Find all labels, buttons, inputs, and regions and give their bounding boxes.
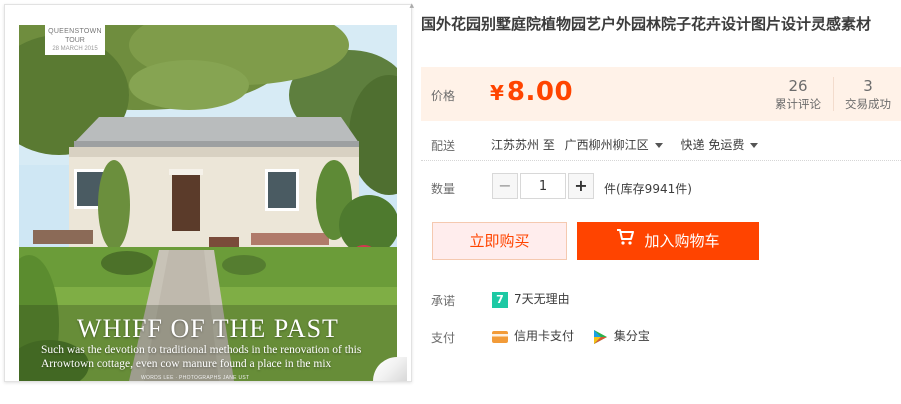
divider: [421, 160, 901, 161]
badge-line-3: 28 MARCH 2015: [52, 46, 98, 52]
shipping-method-select[interactable]: 快递 免运费: [681, 136, 759, 153]
magazine-badge: QUEENSTOWN TOUR 28 MARCH 2015: [45, 25, 105, 55]
promise-row[interactable]: 7 7天无理由: [492, 290, 570, 308]
quantity-input[interactable]: [520, 173, 566, 199]
cart-icon: [616, 221, 635, 259]
badge-line-2: TOUR: [65, 37, 85, 44]
sales-stat: 3 交易成功: [833, 76, 901, 112]
buy-now-button[interactable]: 立即购买: [432, 222, 567, 260]
product-image-frame[interactable]: ▴ QUEENSTOWN TOUR 28 MARCH 2015 WHIFF OF…: [4, 1, 414, 382]
quantity-label: 数量: [431, 182, 456, 196]
promise-label: 承诺: [431, 294, 456, 308]
jifenbao-icon: [593, 329, 607, 344]
quantity-increase-button[interactable]: +: [568, 173, 594, 199]
add-to-cart-button[interactable]: 加入购物车: [577, 222, 759, 260]
payment-method-label: 集分宝: [613, 329, 650, 343]
review-label: 累计评论: [775, 97, 821, 111]
shipping-destination: 广西柳州柳江区: [564, 138, 649, 152]
quantity-decrease-button[interactable]: −: [492, 173, 518, 199]
review-stat[interactable]: 26 累计评论: [763, 76, 833, 112]
image-headline: WHIFF OF THE PAST: [77, 314, 339, 343]
shipping-from: 江苏苏州 至: [491, 138, 555, 152]
shipping-label: 配送: [431, 139, 456, 153]
caret-down-icon: [750, 143, 759, 148]
credit-card-icon: [492, 330, 508, 343]
sales-count: 3: [863, 77, 873, 95]
promise-text: 7天无理由: [514, 292, 570, 306]
sales-label: 交易成功: [845, 97, 891, 111]
seven-day-return-icon: 7: [492, 291, 508, 308]
shipping-row: 江苏苏州 至 广西柳州柳江区 快递 免运费: [491, 136, 759, 153]
corner-mark: ▴: [409, 1, 414, 11]
shipping-method: 快递 免运费: [680, 138, 745, 152]
price-value: ¥8.00: [490, 77, 573, 107]
caret-down-icon: [654, 143, 663, 148]
price-amount: 8.00: [506, 77, 574, 107]
stock-text: 件(库存9941件): [604, 182, 692, 196]
payment-method-jifenbao[interactable]: 集分宝: [592, 327, 650, 345]
price-label: 价格: [431, 89, 456, 103]
product-title: 国外花园别墅庭院植物园艺户外园林院子花卉设计图片设计灵感素材: [421, 15, 872, 33]
badge-line-1: QUEENSTOWN: [48, 28, 102, 35]
add-to-cart-label: 加入购物车: [644, 232, 720, 250]
product-photo[interactable]: QUEENSTOWN TOUR 28 MARCH 2015 WHIFF OF T…: [19, 25, 397, 381]
payment-method-credit-card[interactable]: 信用卡支付: [492, 327, 574, 344]
image-subline: Such was the devotion to traditional met…: [41, 344, 362, 370]
review-count: 26: [788, 77, 808, 95]
price-box: 价格 ¥8.00 26 累计评论 3 交易成功: [421, 67, 901, 121]
payment-method-label: 信用卡支付: [514, 329, 575, 344]
payment-row: 信用卡支付 集分宝: [492, 327, 664, 345]
currency-symbol: ¥: [490, 81, 504, 105]
image-credits: WORDS LEE · PHOTOGRAPHS JANE UST: [141, 375, 250, 381]
shipping-destination-select[interactable]: 广西柳州柳江区: [565, 136, 663, 153]
payment-label: 支付: [431, 331, 456, 345]
